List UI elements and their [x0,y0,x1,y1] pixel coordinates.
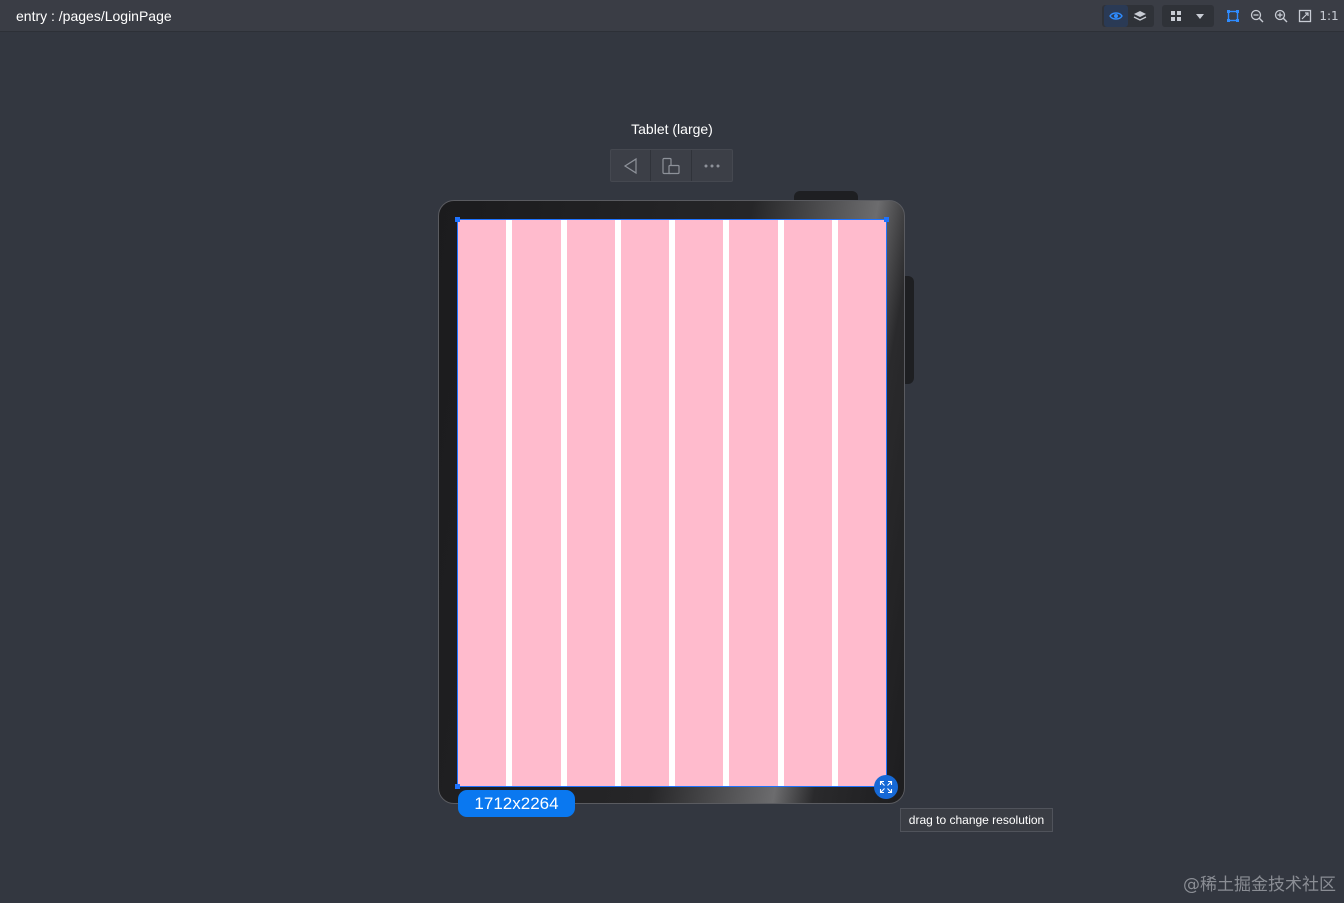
layout-group [1162,5,1214,27]
selection-frame-icon[interactable] [1222,5,1244,27]
grid-icon[interactable] [1164,5,1188,27]
actual-size-label: 1:1 [1319,9,1339,23]
preview-toolbar: 1:1 [1102,5,1340,27]
page-path-title: entry : /pages/LoginPage [16,8,172,24]
layers-icon[interactable] [1128,5,1152,27]
grid-column [675,220,724,786]
actual-size-button[interactable]: 1:1 [1318,5,1340,27]
grid-column [566,220,615,786]
device-toolbar [610,149,733,182]
resize-handle-button[interactable] [874,775,898,799]
top-bar: entry : /pages/LoginPage 1:1 [0,0,1344,32]
grid-column [729,220,778,786]
eye-icon[interactable] [1104,5,1128,27]
device-name: Tablet (large) [631,121,713,137]
rotate-back-icon[interactable] [611,150,652,181]
more-icon[interactable] [692,150,732,181]
grid-column [620,220,669,786]
grid-column [458,220,507,786]
zoom-in-icon[interactable] [1270,5,1292,27]
device-switch-icon[interactable] [651,150,692,181]
fit-screen-icon[interactable] [1294,5,1316,27]
zoom-controls: 1:1 [1222,5,1340,27]
resolution-badge: 1712x2264 [458,790,575,817]
grid-column [512,220,561,786]
grid-column [837,220,886,786]
resize-tooltip: drag to change resolution [900,808,1053,832]
expand-icon [879,780,893,794]
grid-column [783,220,832,786]
selection-handle-top-left[interactable] [455,217,460,222]
device-screen[interactable] [457,219,887,787]
view-mode-group [1102,5,1154,27]
selection-handle-bottom-left[interactable] [455,784,460,789]
zoom-out-icon[interactable] [1246,5,1268,27]
watermark: @稀土掘金技术社区 [1183,875,1336,895]
dropdown-icon[interactable] [1188,5,1212,27]
selection-handle-top-right[interactable] [884,217,889,222]
